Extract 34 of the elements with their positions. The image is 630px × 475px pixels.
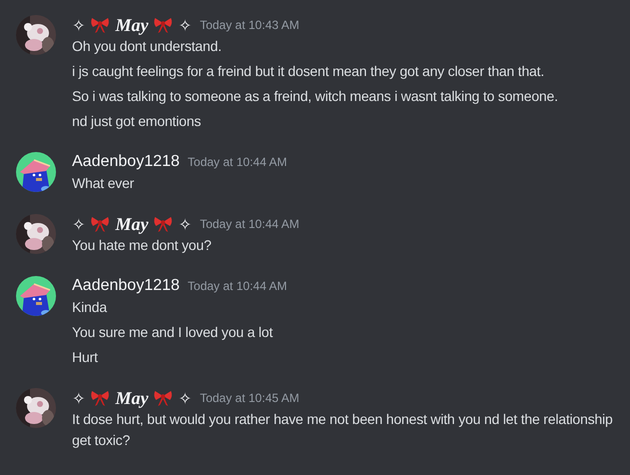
bow-icon bbox=[90, 215, 110, 233]
bow-icon bbox=[153, 215, 174, 233]
sparkle-mark: ✧ bbox=[178, 16, 192, 34]
avatar-icon[interactable] bbox=[16, 276, 56, 316]
username[interactable]: Aadenboy1218 bbox=[72, 153, 180, 171]
username[interactable]: May bbox=[115, 214, 148, 234]
bow-icon bbox=[90, 16, 110, 34]
timestamp: Today at 10:43 AM bbox=[200, 18, 300, 32]
username[interactable]: May bbox=[115, 14, 148, 36]
timestamp: Today at 10:44 AM bbox=[188, 279, 288, 293]
username[interactable]: May bbox=[115, 388, 148, 408]
message-text: Oh you dont understand. bbox=[72, 37, 223, 56]
bow-icon bbox=[153, 389, 174, 407]
message-text: nd just got emontions bbox=[72, 112, 202, 131]
message-text: Hurt bbox=[72, 348, 99, 367]
sparkle-mark: ✧ bbox=[178, 214, 192, 234]
sparkle-mark: ✧ bbox=[72, 388, 86, 408]
message-text: i js caught feelings for a freind but it dosent mean they got any closer than that. bbox=[72, 62, 546, 81]
message-text: Kinda bbox=[72, 298, 108, 317]
message-text: It dose hurt, but would you rather have me not been honest with you nd let the relationship get toxic? bbox=[72, 410, 614, 450]
sparkle-mark: ✧ bbox=[72, 16, 86, 34]
message-text: So i was talking to someone as a freind, witch means i wasnt talking to someone. bbox=[72, 87, 559, 106]
username[interactable]: Aadenboy1218 bbox=[72, 277, 180, 295]
bow-icon bbox=[153, 16, 174, 34]
avatar-icon[interactable] bbox=[16, 152, 56, 192]
sparkle-mark: ✧ bbox=[72, 214, 86, 234]
bow-icon bbox=[90, 389, 110, 407]
sparkle-mark: ✧ bbox=[178, 388, 192, 408]
timestamp: Today at 10:45 AM bbox=[200, 391, 300, 405]
timestamp: Today at 10:44 AM bbox=[200, 217, 300, 231]
message-text: What ever bbox=[72, 174, 135, 193]
message-text: You sure me and I loved you a lot bbox=[72, 323, 274, 342]
timestamp: Today at 10:44 AM bbox=[188, 155, 288, 169]
message-text: You hate me dont you? bbox=[72, 236, 212, 255]
